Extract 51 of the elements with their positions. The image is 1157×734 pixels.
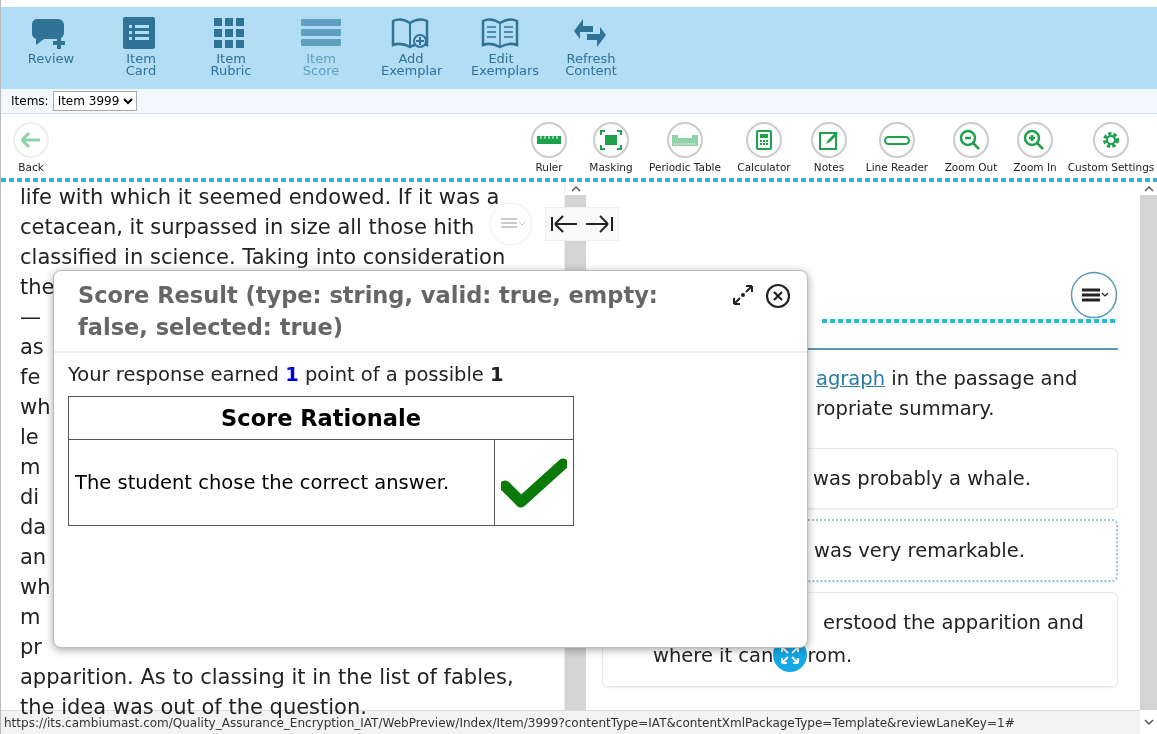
zoom-out-tool-button[interactable]: Zoom Out bbox=[937, 122, 1005, 173]
passage-line: life with which it seemed endowed. If it was a bbox=[20, 184, 500, 211]
passage-line: di bbox=[20, 484, 40, 511]
option-text: where it can bbox=[653, 642, 774, 669]
option-text: was probably a whale. bbox=[813, 466, 1032, 492]
option-text: rom. bbox=[807, 642, 853, 669]
table-cell: The student chose the correct answer. bbox=[68, 439, 495, 526]
grid-button[interactable]: Item Rubric bbox=[186, 15, 276, 77]
resize-arrows-icon[interactable] bbox=[731, 283, 755, 307]
table-heading: Score Rationale bbox=[68, 396, 574, 440]
option-text: was very remarkable. bbox=[814, 538, 1025, 564]
ruler-tool-button[interactable]: Ruler bbox=[519, 122, 579, 173]
score-summary: Your response earned 1 point of a possible 1 bbox=[67, 362, 505, 388]
item-dropdown[interactable]: Item 3999 bbox=[52, 91, 137, 111]
notepad-pencil-tool-button[interactable]: Notes bbox=[801, 122, 857, 173]
passage-line: the bbox=[20, 274, 55, 301]
refresh-arrows-button[interactable]: Refresh Content bbox=[546, 15, 636, 77]
speech-bubble-plus-button[interactable]: Review bbox=[6, 15, 96, 65]
left-arrow-icon bbox=[20, 131, 42, 149]
zoom-in-tool-button[interactable]: Zoom In bbox=[1005, 122, 1065, 173]
close-icon[interactable] bbox=[765, 283, 791, 309]
passage-line: wh bbox=[20, 394, 51, 421]
passage-line: an bbox=[20, 544, 47, 571]
items-label: Items: bbox=[11, 94, 49, 108]
line-reader-tool-button[interactable]: Line Reader bbox=[857, 122, 937, 173]
passage-line: da bbox=[20, 514, 47, 541]
passage-line: as bbox=[20, 334, 44, 361]
option-text: erstood the apparition and bbox=[823, 610, 1084, 636]
masking-tool-button[interactable]: Masking bbox=[579, 122, 643, 173]
passage-line: m bbox=[20, 454, 41, 481]
scroll-down-icon[interactable] bbox=[1141, 717, 1156, 727]
passage-line: apparition. As to classing it in the list of fables, bbox=[20, 664, 514, 691]
masking-icon bbox=[597, 128, 625, 152]
passage-line: wh bbox=[20, 574, 51, 601]
settings-tool-button[interactable]: Custom Settings bbox=[1065, 122, 1157, 173]
passage-line: le bbox=[20, 424, 39, 451]
passage-line: classified in science. Taking into consideration bbox=[20, 244, 506, 271]
passage-link[interactable]: agraph bbox=[816, 367, 886, 390]
passage-line: — bbox=[20, 304, 41, 331]
passage-line: cetacean, it surpassed in size all those hith bbox=[20, 214, 475, 241]
dialog-title: Score Result (type: string, valid: true, empty: false, selected: true) bbox=[78, 281, 659, 342]
passage-line: fe bbox=[20, 364, 41, 391]
book-plus-button[interactable]: Add Exemplar bbox=[366, 15, 456, 77]
list-card-button[interactable]: Item Card bbox=[96, 15, 186, 77]
calculator-tool-button[interactable]: Calculator bbox=[727, 122, 801, 173]
prompt-text: ropriate summary. bbox=[815, 396, 996, 422]
open-book-button[interactable]: Edit Exemplars bbox=[456, 15, 546, 77]
periodic-table-tool-button[interactable]: Periodic Table bbox=[643, 122, 727, 173]
menu-icon[interactable] bbox=[1070, 271, 1118, 319]
passage-line: m bbox=[20, 604, 41, 631]
passage-line: pr bbox=[20, 634, 42, 661]
